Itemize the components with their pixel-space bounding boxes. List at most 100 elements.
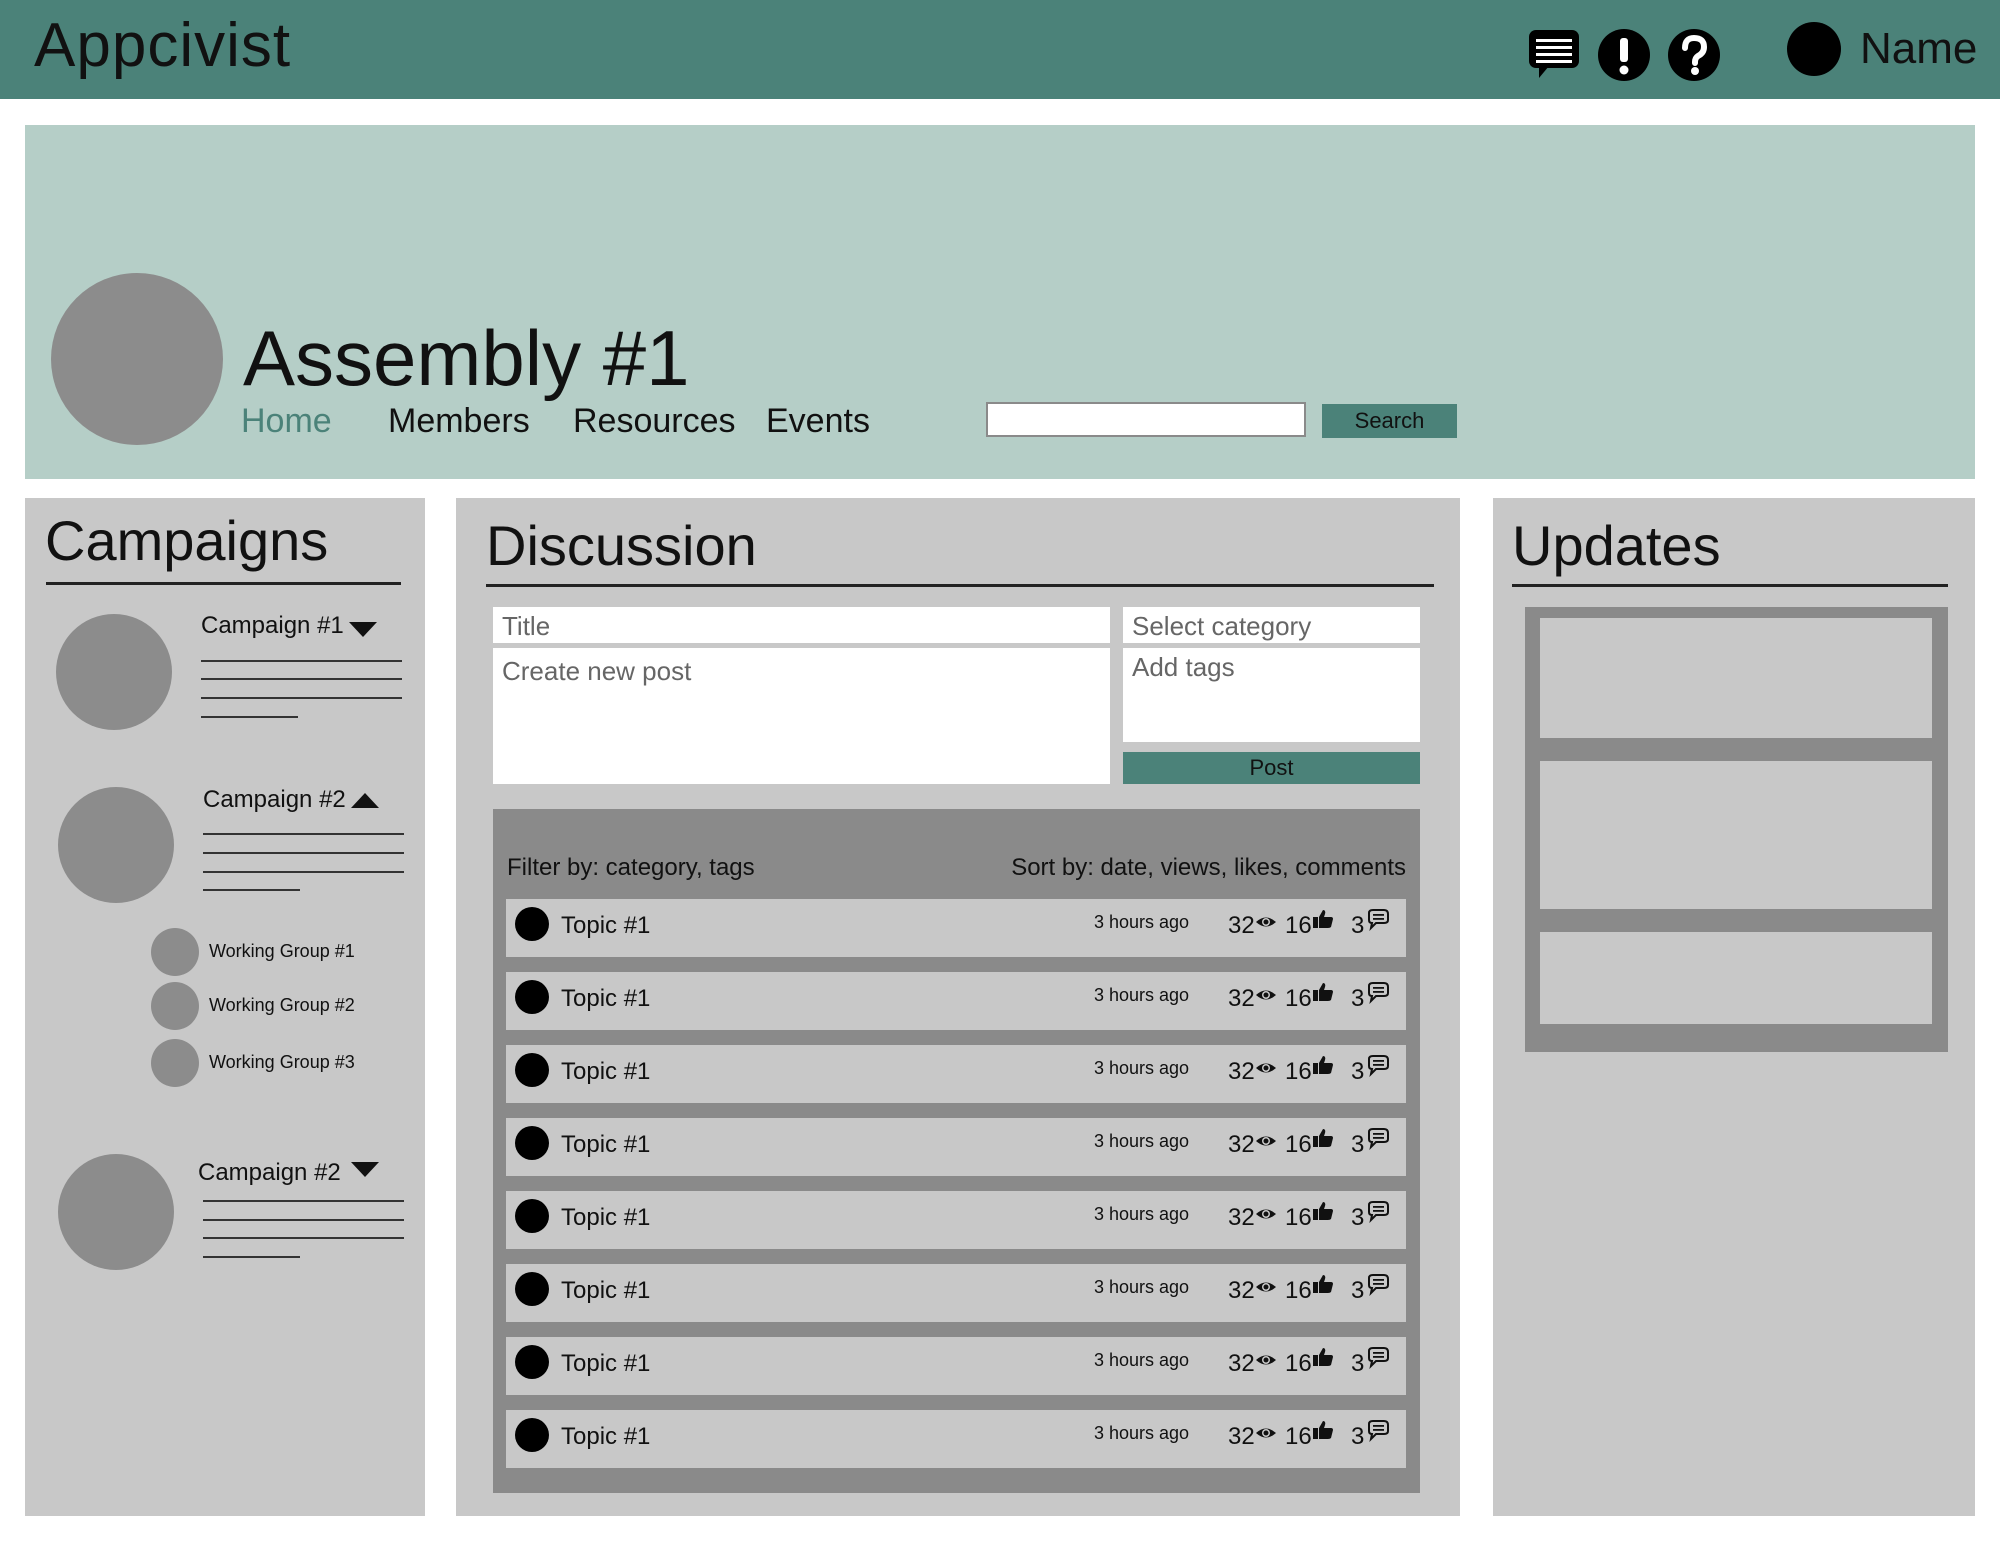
comment-icon[interactable]	[1367, 1420, 1389, 1443]
topic-avatar	[515, 1053, 549, 1087]
topic-title[interactable]: Topic #1	[561, 1350, 650, 1378]
alert-icon[interactable]	[1597, 28, 1651, 82]
comment-icon[interactable]	[1367, 1201, 1389, 1224]
comment-icon[interactable]	[1367, 909, 1389, 932]
topic-title[interactable]: Topic #1	[561, 1131, 650, 1159]
topic-avatar	[515, 1126, 549, 1160]
placeholder-line	[201, 660, 402, 662]
eye-icon	[1255, 1130, 1277, 1152]
thumbs-up-icon[interactable]	[1312, 1200, 1334, 1222]
user-name[interactable]: Name	[1860, 24, 1977, 74]
working-group-avatar[interactable]	[151, 1039, 199, 1087]
comment-count: 3	[1351, 1058, 1365, 1085]
working-group-label[interactable]: Working Group #3	[209, 1052, 355, 1073]
topic-row[interactable]: Topic #1 3 hours ago 32 16 3	[506, 1337, 1406, 1395]
eye-icon	[1255, 1349, 1277, 1371]
eye-icon	[1255, 911, 1277, 933]
thumbs-up-icon[interactable]	[1312, 1054, 1334, 1076]
nav-home[interactable]: Home	[241, 402, 332, 441]
topic-title[interactable]: Topic #1	[561, 912, 650, 940]
sort-control[interactable]: Sort by: date, views, likes, comments	[1011, 854, 1406, 882]
comment-icon[interactable]	[1367, 982, 1389, 1005]
topic-row[interactable]: Topic #1 3 hours ago 32 16 3	[506, 1410, 1406, 1468]
chat-icon[interactable]	[1527, 28, 1581, 82]
working-group-label[interactable]: Working Group #2	[209, 995, 355, 1016]
eye-icon	[1255, 1057, 1277, 1079]
like-count: 16	[1285, 1350, 1312, 1377]
placeholder-line	[203, 852, 404, 854]
assembly-title: Assembly #1	[243, 314, 690, 402]
help-icon[interactable]	[1667, 28, 1721, 82]
view-count: 32	[1228, 1058, 1255, 1085]
topic-title[interactable]: Topic #1	[561, 1204, 650, 1232]
placeholder-line	[201, 716, 298, 718]
topic-row[interactable]: Topic #1 3 hours ago 32 16 3	[506, 899, 1406, 957]
thumbs-up-icon[interactable]	[1312, 1273, 1334, 1295]
chevron-down-icon[interactable]	[349, 622, 377, 637]
view-count: 32	[1228, 1423, 1255, 1450]
thumbs-up-icon[interactable]	[1312, 981, 1334, 1003]
topic-row[interactable]: Topic #1 3 hours ago 32 16 3	[506, 1264, 1406, 1322]
chevron-up-icon[interactable]	[351, 793, 379, 808]
app-title[interactable]: Appcivist	[34, 10, 291, 81]
topic-title[interactable]: Topic #1	[561, 985, 650, 1013]
tags-field[interactable]: Add tags	[1123, 648, 1420, 742]
topic-title[interactable]: Topic #1	[561, 1423, 650, 1451]
view-count: 32	[1228, 912, 1255, 939]
thumbs-up-icon[interactable]	[1312, 908, 1334, 930]
campaign-label[interactable]: Campaign #1	[201, 612, 344, 640]
comment-count: 3	[1351, 1131, 1365, 1158]
category-select[interactable]: Select category	[1123, 607, 1420, 643]
thumbs-up-icon[interactable]	[1312, 1127, 1334, 1149]
user-avatar[interactable]	[1787, 22, 1841, 76]
nav-members[interactable]: Members	[388, 402, 530, 441]
topic-title[interactable]: Topic #1	[561, 1277, 650, 1305]
working-group-avatar[interactable]	[151, 928, 199, 976]
comment-icon[interactable]	[1367, 1274, 1389, 1297]
view-count: 32	[1228, 1350, 1255, 1377]
update-card[interactable]	[1540, 932, 1932, 1024]
campaign-avatar[interactable]	[56, 614, 172, 730]
nav-resources[interactable]: Resources	[573, 402, 736, 441]
like-count: 16	[1285, 1058, 1312, 1085]
like-count: 16	[1285, 985, 1312, 1012]
topic-avatar	[515, 1345, 549, 1379]
comment-icon[interactable]	[1367, 1347, 1389, 1370]
topic-row[interactable]: Topic #1 3 hours ago 32 16 3	[506, 972, 1406, 1030]
placeholder-line	[203, 1237, 404, 1239]
working-group-avatar[interactable]	[151, 982, 199, 1030]
topic-row[interactable]: Topic #1 3 hours ago 32 16 3	[506, 1191, 1406, 1249]
comment-count: 3	[1351, 1277, 1365, 1304]
chevron-down-icon[interactable]	[351, 1162, 379, 1177]
campaign-avatar[interactable]	[58, 787, 174, 903]
comment-icon[interactable]	[1367, 1128, 1389, 1151]
comment-icon[interactable]	[1367, 1055, 1389, 1078]
topic-row[interactable]: Topic #1 3 hours ago 32 16 3	[506, 1118, 1406, 1176]
working-group-label[interactable]: Working Group #1	[209, 941, 355, 962]
topic-row[interactable]: Topic #1 3 hours ago 32 16 3	[506, 1045, 1406, 1103]
post-button[interactable]: Post	[1123, 752, 1420, 784]
campaign-label[interactable]: Campaign #2	[203, 786, 346, 814]
placeholder-line	[203, 833, 404, 835]
thumbs-up-icon[interactable]	[1312, 1419, 1334, 1441]
like-count: 16	[1285, 1277, 1312, 1304]
assembly-avatar	[51, 273, 223, 445]
search-input[interactable]	[986, 402, 1306, 437]
search-button[interactable]: Search	[1322, 404, 1457, 438]
like-count: 16	[1285, 1131, 1312, 1158]
comment-count: 3	[1351, 1423, 1365, 1450]
filter-control[interactable]: Filter by: category, tags	[507, 854, 755, 882]
title-field[interactable]: Title	[493, 607, 1110, 643]
update-card[interactable]	[1540, 618, 1932, 738]
campaign-avatar[interactable]	[58, 1154, 174, 1270]
comment-count: 3	[1351, 912, 1365, 939]
nav-events[interactable]: Events	[766, 402, 870, 441]
topic-title[interactable]: Topic #1	[561, 1058, 650, 1086]
assembly-banner: Assembly #1 Home Members Resources Event…	[25, 125, 1975, 479]
post-body-field[interactable]: Create new post	[493, 648, 1110, 784]
view-count: 32	[1228, 1204, 1255, 1231]
eye-icon	[1255, 1422, 1277, 1444]
campaign-label[interactable]: Campaign #2	[198, 1159, 341, 1187]
update-card[interactable]	[1540, 761, 1932, 909]
thumbs-up-icon[interactable]	[1312, 1346, 1334, 1368]
